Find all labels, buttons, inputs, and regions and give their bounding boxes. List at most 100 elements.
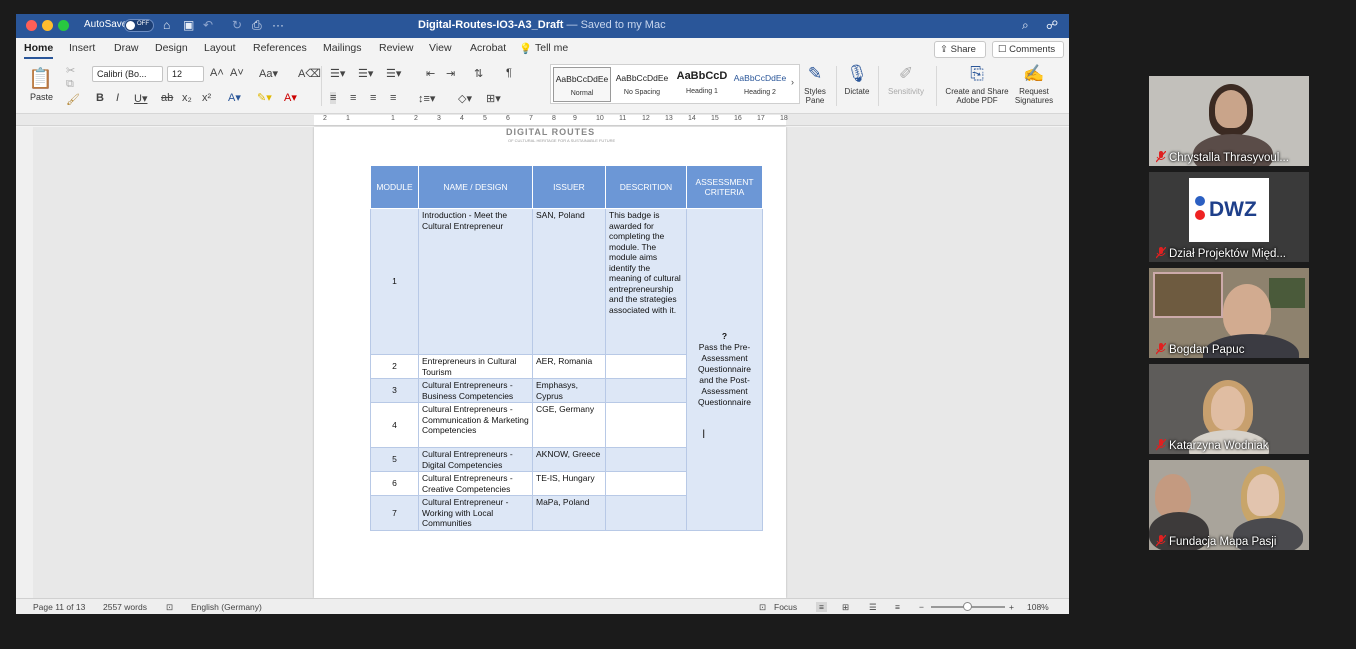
people-icon[interactable]: ☍ bbox=[1046, 18, 1058, 32]
cell-description[interactable]: This badge is awarded for completing the… bbox=[605, 208, 687, 355]
cell-name[interactable]: Cultural Entrepreneurs - Business Compet… bbox=[418, 378, 533, 403]
cell-module[interactable]: 7 bbox=[370, 495, 419, 531]
focus-icon[interactable]: ⊡ bbox=[759, 602, 766, 613]
cell-issuer[interactable]: MaPa, Poland bbox=[532, 495, 606, 531]
word-count[interactable]: 2557 words bbox=[103, 602, 147, 612]
show-formatting-icon[interactable]: ¶ bbox=[506, 67, 512, 79]
tell-me-icon[interactable]: 💡 bbox=[519, 42, 532, 55]
proofing-icon[interactable]: ⊡ bbox=[166, 602, 173, 613]
cell-name[interactable]: Introduction - Meet the Cultural Entrepr… bbox=[418, 208, 533, 355]
cell-issuer[interactable]: TE-IS, Hungary bbox=[532, 471, 606, 496]
cell-issuer[interactable]: CGE, Germany bbox=[532, 402, 606, 448]
draft-view-icon[interactable]: ≡ bbox=[895, 602, 900, 612]
cell-module[interactable]: 2 bbox=[370, 354, 419, 379]
redo-icon[interactable]: ↻ bbox=[232, 18, 242, 32]
copy-icon[interactable]: ⧉ bbox=[66, 78, 74, 91]
zoom-level[interactable]: 108% bbox=[1027, 602, 1049, 612]
close-window-button[interactable] bbox=[26, 20, 37, 31]
tab-draw[interactable]: Draw bbox=[114, 42, 139, 54]
shrink-font-icon[interactable]: A˅ bbox=[230, 67, 244, 79]
tab-references[interactable]: References bbox=[253, 42, 307, 54]
style-no-spacing[interactable]: AaBbCcDdEe No Spacing bbox=[613, 67, 671, 102]
line-spacing-icon[interactable]: ↕≡▾ bbox=[418, 92, 435, 105]
cell-name[interactable]: Cultural Entrepreneur - Working with Loc… bbox=[418, 495, 533, 531]
align-left-icon[interactable]: ≡ bbox=[330, 92, 337, 104]
style-heading-2[interactable]: AaBbCcDdEe Heading 2 bbox=[731, 67, 789, 102]
undo-icon[interactable]: ↶ bbox=[203, 18, 213, 32]
cell-description[interactable] bbox=[605, 471, 687, 496]
horizontal-ruler[interactable]: 2 1 1 2 3 4 5 6 7 8 9 10 11 12 13 14 15 … bbox=[16, 114, 1069, 126]
request-signatures-button[interactable]: ✍ Request Signatures bbox=[1012, 64, 1056, 105]
justify-icon[interactable]: ≡ bbox=[390, 92, 396, 104]
font-size-select[interactable]: 12 bbox=[167, 66, 204, 82]
cell-name[interactable]: Entrepreneurs in Cultural Tourism bbox=[418, 354, 533, 379]
cell-assessment-criteria[interactable]: ? Pass the Pre-Assessment Questionnaire … bbox=[686, 208, 763, 531]
chevron-right-icon[interactable]: › bbox=[791, 77, 794, 87]
sort-icon[interactable]: ⇅ bbox=[474, 67, 483, 80]
highlight-icon[interactable]: ✎▾ bbox=[257, 91, 272, 104]
cell-description[interactable] bbox=[605, 447, 687, 472]
comments-button[interactable]: ☐ Comments bbox=[992, 41, 1064, 58]
numbering-icon[interactable]: ☰▾ bbox=[358, 67, 373, 80]
cell-description[interactable] bbox=[605, 495, 687, 531]
multilevel-list-icon[interactable]: ☰▾ bbox=[386, 67, 401, 80]
tab-layout[interactable]: Layout bbox=[204, 42, 236, 54]
page-count[interactable]: Page 11 of 13 bbox=[33, 602, 85, 612]
print-icon[interactable]: ⎙ bbox=[252, 18, 262, 33]
cell-name[interactable]: Cultural Entrepreneurs - Digital Compete… bbox=[418, 447, 533, 472]
styles-pane-button[interactable]: ✎ Styles Pane bbox=[800, 64, 830, 105]
create-adobe-pdf-button[interactable]: ⎘ Create and Share Adobe PDF bbox=[942, 64, 1012, 105]
format-painter-icon[interactable]: 🖌 bbox=[66, 93, 80, 106]
cell-description[interactable] bbox=[605, 354, 687, 379]
dictate-button[interactable]: 🎙 Dictate bbox=[840, 64, 874, 96]
bold-icon[interactable]: B bbox=[96, 92, 104, 104]
cell-module[interactable]: 5 bbox=[370, 447, 419, 472]
cell-issuer[interactable]: Emphasys, Cyprus bbox=[532, 378, 606, 403]
style-normal[interactable]: AaBbCcDdEe Normal bbox=[553, 67, 611, 102]
focus-label[interactable]: Focus bbox=[774, 602, 797, 612]
font-color-icon[interactable]: A▾ bbox=[284, 91, 297, 104]
cell-issuer[interactable]: AKNOW, Greece bbox=[532, 447, 606, 472]
align-right-icon[interactable]: ≡ bbox=[370, 92, 376, 104]
cell-description[interactable] bbox=[605, 402, 687, 448]
cell-module[interactable]: 3 bbox=[370, 378, 419, 403]
zoom-slider-handle[interactable] bbox=[963, 602, 972, 611]
bullets-icon[interactable]: ☰▾ bbox=[330, 67, 345, 80]
participant-tile[interactable]: Katarzyna Wodniak bbox=[1149, 364, 1309, 454]
zoom-out-icon[interactable]: − bbox=[919, 602, 924, 612]
cell-description[interactable] bbox=[605, 378, 687, 403]
cell-name[interactable]: Cultural Entrepreneurs - Communication &… bbox=[418, 402, 533, 448]
superscript-icon[interactable]: x² bbox=[202, 92, 211, 104]
cell-issuer[interactable]: SAN, Poland bbox=[532, 208, 606, 355]
participant-tile[interactable]: Chrystalla Thrasyvoul... bbox=[1149, 76, 1309, 166]
grow-font-icon[interactable]: A˄ bbox=[210, 67, 224, 79]
more-icon[interactable]: ··· bbox=[272, 18, 284, 32]
outline-view-icon[interactable]: ☰ bbox=[869, 602, 877, 613]
language[interactable]: English (Germany) bbox=[191, 602, 262, 612]
save-icon[interactable]: ▣ bbox=[183, 18, 194, 32]
tab-view[interactable]: View bbox=[429, 42, 452, 54]
tab-mailings[interactable]: Mailings bbox=[323, 42, 362, 54]
text-effects-icon[interactable]: A▾ bbox=[228, 91, 241, 104]
cell-module[interactable]: 4 bbox=[370, 402, 419, 448]
autosave-toggle[interactable]: OFF bbox=[124, 19, 154, 32]
badges-table[interactable]: MODULE NAME / DESIGN ISSUER DESCRITION A… bbox=[370, 165, 763, 531]
tab-review[interactable]: Review bbox=[379, 42, 413, 54]
search-icon[interactable]: ⌕ bbox=[1022, 18, 1029, 33]
subscript-icon[interactable]: x₂ bbox=[182, 92, 192, 104]
zoom-window-button[interactable] bbox=[58, 20, 69, 31]
strikethrough-icon[interactable]: ab bbox=[161, 92, 173, 104]
clear-format-icon[interactable]: A⌫ bbox=[298, 67, 321, 80]
zoom-in-icon[interactable]: + bbox=[1009, 602, 1014, 612]
cell-module[interactable]: 1 bbox=[370, 208, 419, 355]
participant-tile[interactable]: Bogdan Papuc bbox=[1149, 268, 1309, 358]
minimize-window-button[interactable] bbox=[42, 20, 53, 31]
tab-home[interactable]: Home bbox=[24, 42, 54, 59]
font-name-select[interactable]: Calibri (Bo... bbox=[92, 66, 163, 82]
borders-icon[interactable]: ⊞▾ bbox=[486, 92, 501, 105]
italic-icon[interactable]: I bbox=[116, 92, 119, 104]
shading-icon[interactable]: ◇▾ bbox=[458, 92, 472, 105]
cell-issuer[interactable]: AER, Romania bbox=[532, 354, 606, 379]
tell-me-search[interactable]: Tell me bbox=[535, 42, 568, 54]
share-button[interactable]: ⇪ Share bbox=[934, 41, 986, 58]
